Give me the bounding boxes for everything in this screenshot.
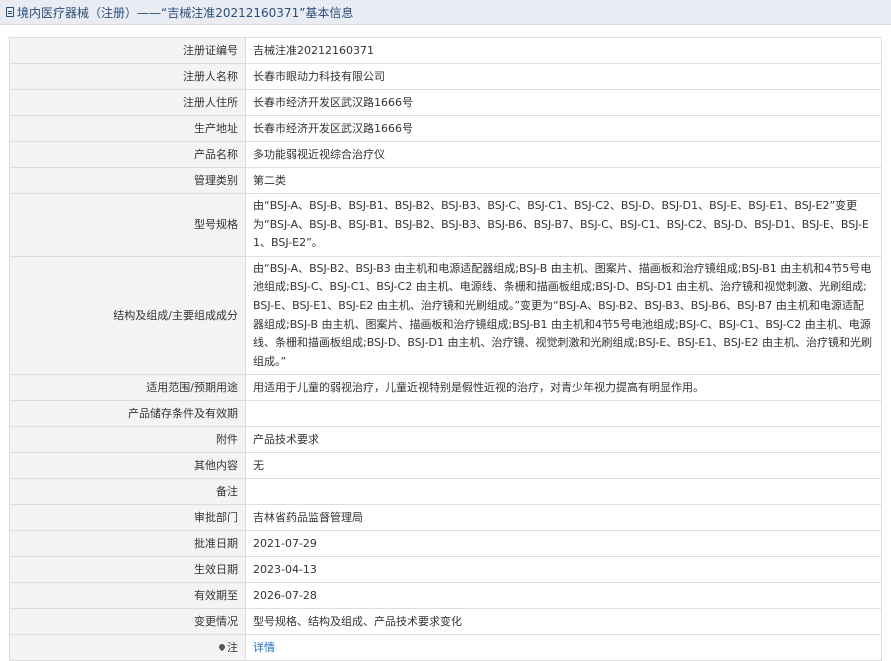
row-value-storage (245, 400, 882, 428)
row-value-structure: 由“BSJ-A、BSJ-B2、BSJ-B3 由主机和电源适配器组成;BSJ-B … (245, 255, 882, 376)
table-row: 注册人住所 长春市经济开发区武汉路1666号 (9, 89, 882, 116)
table-row: 管理类别 第二类 (9, 167, 882, 194)
details-link[interactable]: 详情 (253, 641, 275, 654)
table-row: 有效期至 2026-07-28 (9, 582, 882, 610)
row-label-storage: 产品储存条件及有效期 (9, 400, 246, 428)
row-label-structure: 结构及组成/主要组成成分 (9, 255, 246, 376)
row-label-registrant-address: 注册人住所 (9, 89, 246, 116)
row-value-model-spec: 由“BSJ-A、BSJ-B、BSJ-B1、BSJ-B2、BSJ-B3、BSJ-C… (245, 193, 882, 257)
row-label-changes: 变更情况 (9, 608, 246, 636)
row-value-product-name: 多功能弱视近视综合治疗仪 (245, 141, 882, 168)
row-value-registrant-name: 长春市眼动力科技有限公司 (245, 63, 882, 90)
row-label-remarks: 备注 (9, 478, 246, 506)
row-label-model-spec: 型号规格 (9, 193, 246, 257)
row-value-management-class: 第二类 (245, 167, 882, 194)
page-header: 境内医疗器械（注册）——“吉械注准20212160371”基本信息 (0, 0, 891, 25)
row-label-valid-until: 有效期至 (9, 582, 246, 610)
row-value-attachment: 产品技术要求 (245, 426, 882, 454)
pin-icon (217, 643, 227, 652)
table-row: 结构及组成/主要组成成分 由“BSJ-A、BSJ-B2、BSJ-B3 由主机和电… (9, 255, 882, 376)
row-label-product-name: 产品名称 (9, 141, 246, 168)
row-value-effective-date: 2023-04-13 (245, 556, 882, 584)
row-label-note: 注 (9, 634, 246, 661)
table-row: 注册证编号 吉械注准20212160371 (9, 37, 882, 64)
table-row: 产品储存条件及有效期 (9, 400, 882, 428)
table-row: 变更情况 型号规格、结构及组成、产品技术要求变化 (9, 608, 882, 636)
info-table: 注册证编号 吉械注准20212160371 注册人名称 长春市眼动力科技有限公司… (9, 37, 882, 661)
row-label-approval-dept: 审批部门 (9, 504, 246, 532)
row-value-valid-until: 2026-07-28 (245, 582, 882, 610)
row-value-registrant-address: 长春市经济开发区武汉路1666号 (245, 89, 882, 116)
note-label: 注 (227, 641, 238, 655)
table-row: 其他内容 无 (9, 452, 882, 480)
row-value-remarks (245, 478, 882, 506)
row-label-approval-date: 批准日期 (9, 530, 246, 558)
row-label-intended-use: 适用范围/预期用途 (9, 374, 246, 402)
table-row: 备注 (9, 478, 882, 506)
row-label-registrant-name: 注册人名称 (9, 63, 246, 90)
row-label-registration-number: 注册证编号 (9, 37, 246, 64)
page-title: 境内医疗器械（注册）——“吉械注准20212160371”基本信息 (17, 5, 354, 20)
table-row: 附件 产品技术要求 (9, 426, 882, 454)
table-row: 批准日期 2021-07-29 (9, 530, 882, 558)
row-label-management-class: 管理类别 (9, 167, 246, 194)
row-value-registration-number: 吉械注准20212160371 (245, 37, 882, 64)
row-value-note: 详情 (245, 634, 882, 661)
row-label-effective-date: 生效日期 (9, 556, 246, 584)
row-value-intended-use: 用适用于儿童的弱视治疗，儿童近视特别是假性近视的治疗，对青少年视力提高有明显作用… (245, 374, 882, 402)
row-value-approval-date: 2021-07-29 (245, 530, 882, 558)
table-row: 生效日期 2023-04-13 (9, 556, 882, 584)
document-icon (6, 7, 14, 17)
row-value-changes: 型号规格、结构及组成、产品技术要求变化 (245, 608, 882, 636)
table-row: 适用范围/预期用途 用适用于儿童的弱视治疗，儿童近视特别是假性近视的治疗，对青少… (9, 374, 882, 402)
table-row: 型号规格 由“BSJ-A、BSJ-B、BSJ-B1、BSJ-B2、BSJ-B3、… (9, 193, 882, 257)
table-row: 产品名称 多功能弱视近视综合治疗仪 (9, 141, 882, 168)
table-row: 生产地址 长春市经济开发区武汉路1666号 (9, 115, 882, 142)
row-value-production-address: 长春市经济开发区武汉路1666号 (245, 115, 882, 142)
row-value-approval-dept: 吉林省药品监督管理局 (245, 504, 882, 532)
row-label-other: 其他内容 (9, 452, 246, 480)
row-label-production-address: 生产地址 (9, 115, 246, 142)
table-row: 注 详情 (9, 634, 882, 661)
table-row: 注册人名称 长春市眼动力科技有限公司 (9, 63, 882, 90)
table-row: 审批部门 吉林省药品监督管理局 (9, 504, 882, 532)
row-label-attachment: 附件 (9, 426, 246, 454)
row-value-other: 无 (245, 452, 882, 480)
